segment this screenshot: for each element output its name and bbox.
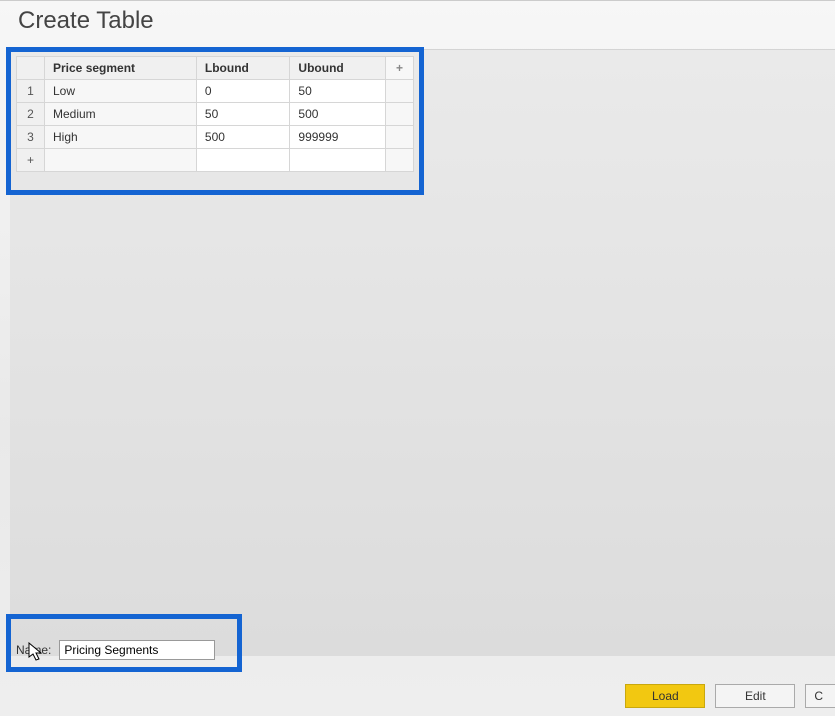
add-column-button[interactable]: + <box>386 57 414 80</box>
data-grid[interactable]: Price segment Lbound Ubound + 1 Low 0 50 <box>16 56 414 172</box>
create-table-dialog: Create Table Price segment Lbound Ubound… <box>0 0 835 716</box>
cancel-button[interactable]: C <box>805 684 835 708</box>
col-header-segment[interactable]: Price segment <box>45 57 197 80</box>
row-number: 3 <box>17 126 45 149</box>
cell-lbound[interactable]: 0 <box>196 80 290 103</box>
cell-empty[interactable] <box>386 149 414 172</box>
dialog-title: Create Table <box>0 1 835 45</box>
cell-extra[interactable] <box>386 80 414 103</box>
row-header-blank <box>17 57 45 80</box>
cell-segment[interactable]: Medium <box>45 103 197 126</box>
cell-segment[interactable]: High <box>45 126 197 149</box>
load-button[interactable]: Load <box>625 684 705 708</box>
col-header-ubound[interactable]: Ubound <box>290 57 386 80</box>
cell-ubound[interactable]: 999999 <box>290 126 386 149</box>
cell-ubound[interactable]: 500 <box>290 103 386 126</box>
table-name-input[interactable] <box>59 640 215 660</box>
add-row[interactable]: + <box>17 149 414 172</box>
row-number: 1 <box>17 80 45 103</box>
row-number: 2 <box>17 103 45 126</box>
name-label: Name: <box>16 643 51 657</box>
cell-lbound[interactable]: 50 <box>196 103 290 126</box>
cell-extra[interactable] <box>386 103 414 126</box>
table-row[interactable]: 3 High 500 999999 <box>17 126 414 149</box>
edit-button[interactable]: Edit <box>715 684 795 708</box>
table-row[interactable]: 1 Low 0 50 <box>17 80 414 103</box>
data-grid-wrap: Price segment Lbound Ubound + 1 Low 0 50 <box>10 50 420 178</box>
dialog-buttons: Load Edit C <box>625 684 835 708</box>
cell-lbound[interactable]: 500 <box>196 126 290 149</box>
cell-ubound[interactable]: 50 <box>290 80 386 103</box>
cell-empty[interactable] <box>45 149 197 172</box>
cell-segment[interactable]: Low <box>45 80 197 103</box>
cell-empty[interactable] <box>290 149 386 172</box>
table-row[interactable]: 2 Medium 50 500 <box>17 103 414 126</box>
content-area: Price segment Lbound Ubound + 1 Low 0 50 <box>10 49 835 656</box>
cell-extra[interactable] <box>386 126 414 149</box>
col-header-lbound[interactable]: Lbound <box>196 57 290 80</box>
cell-empty[interactable] <box>196 149 290 172</box>
add-row-button[interactable]: + <box>17 149 45 172</box>
name-field-row: Name: <box>16 640 215 660</box>
